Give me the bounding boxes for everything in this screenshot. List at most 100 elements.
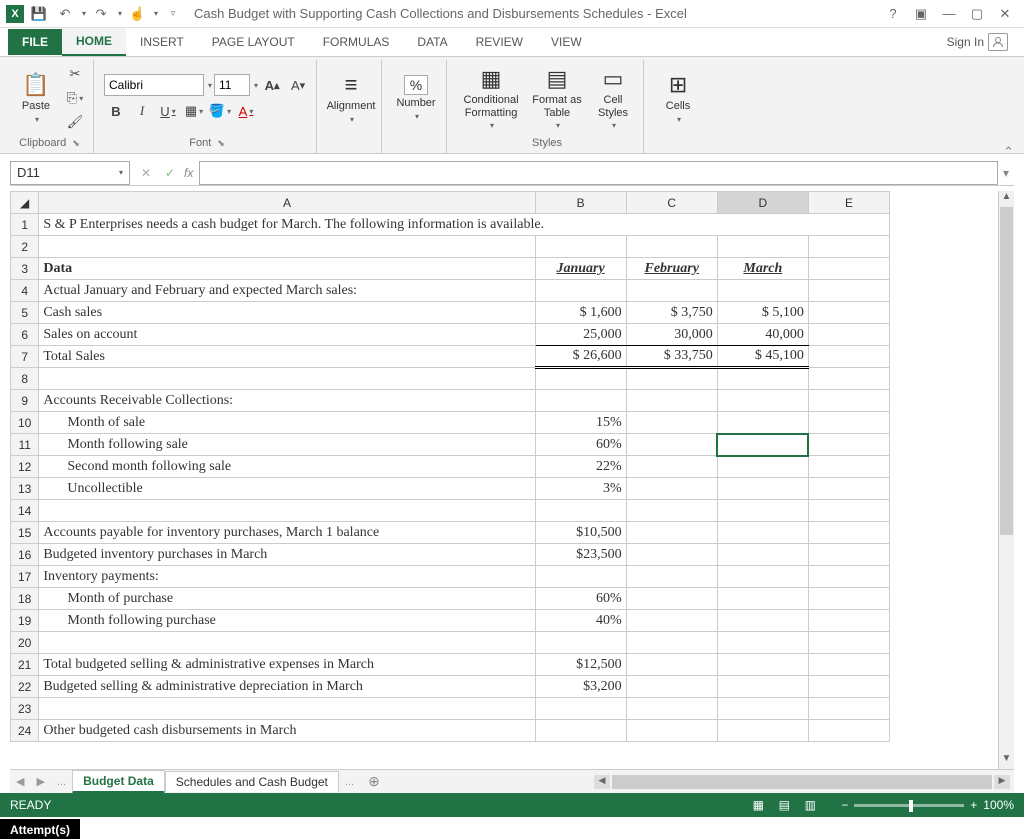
maximize-button[interactable]: ▢ xyxy=(964,3,990,25)
row-header[interactable]: 24 xyxy=(11,720,39,742)
col-header-D[interactable]: D xyxy=(717,192,808,214)
bold-button[interactable]: B xyxy=(104,100,128,122)
tab-home[interactable]: HOME xyxy=(62,28,126,56)
row-header[interactable]: 7 xyxy=(11,346,39,368)
fx-icon[interactable]: fx xyxy=(184,166,193,180)
page-break-view-button[interactable]: ▥ xyxy=(799,796,821,814)
help-button[interactable]: ? xyxy=(880,3,906,25)
cell[interactable] xyxy=(39,236,535,258)
underline-button[interactable]: U▾ xyxy=(156,100,180,122)
save-button[interactable]: 💾 xyxy=(28,3,50,25)
close-button[interactable]: ✕ xyxy=(992,3,1018,25)
new-sheet-button[interactable]: ⊕ xyxy=(360,773,388,790)
undo-dropdown-icon[interactable]: ▾ xyxy=(82,9,86,18)
hscroll-right-button[interactable]: ▶ xyxy=(994,775,1010,789)
zoom-out-button[interactable]: − xyxy=(841,798,848,812)
font-name-input[interactable] xyxy=(104,74,204,96)
row-header[interactable]: 22 xyxy=(11,676,39,698)
row-header[interactable]: 9 xyxy=(11,390,39,412)
cells-button[interactable]: ⊞ Cells ▾ xyxy=(654,63,702,133)
tab-review[interactable]: REVIEW xyxy=(462,29,537,55)
name-box[interactable]: D11 ▾ xyxy=(10,161,130,185)
clipboard-dialog-launcher[interactable]: ⬊ xyxy=(72,138,80,149)
minimize-button[interactable]: — xyxy=(936,3,962,25)
select-all-button[interactable]: ◢ xyxy=(11,192,39,214)
row-header[interactable]: 17 xyxy=(11,566,39,588)
sheet-tab-budget-data[interactable]: Budget Data xyxy=(72,770,165,794)
row-header[interactable]: 8 xyxy=(11,368,39,390)
page-layout-view-button[interactable]: ▤ xyxy=(773,796,795,814)
borders-button[interactable]: ▦▾ xyxy=(182,100,206,122)
tab-data[interactable]: DATA xyxy=(403,29,461,55)
sheet-grid[interactable]: ◢ A B C D E 1S & P Enterprises needs a c… xyxy=(10,191,890,742)
row-header[interactable]: 19 xyxy=(11,610,39,632)
formula-input[interactable] xyxy=(199,161,998,185)
row-header[interactable]: 13 xyxy=(11,478,39,500)
zoom-in-button[interactable]: + xyxy=(970,798,977,812)
alignment-button[interactable]: ≡ Alignment ▾ xyxy=(327,63,375,133)
paste-button[interactable]: 📋 Paste ▾ xyxy=(12,63,60,133)
copy-button[interactable]: ⎘▾ xyxy=(63,87,87,109)
format-as-table-button[interactable]: ▤ Format as Table▾ xyxy=(528,63,586,133)
row-header[interactable]: 16 xyxy=(11,544,39,566)
active-cell-D11[interactable] xyxy=(717,434,808,456)
col-header-E[interactable]: E xyxy=(808,192,889,214)
qat-more-icon[interactable]: ▿ xyxy=(162,3,184,25)
qat-customize-icon[interactable]: ▾ xyxy=(154,9,158,18)
collapse-ribbon-button[interactable]: ⌃ xyxy=(1003,144,1014,160)
number-button[interactable]: % Number ▾ xyxy=(392,63,440,133)
row-header[interactable]: 2 xyxy=(11,236,39,258)
row-header[interactable]: 12 xyxy=(11,456,39,478)
vertical-scrollbar[interactable]: ▲ ▼ xyxy=(998,191,1014,769)
font-color-button[interactable]: A▾ xyxy=(234,100,258,122)
conditional-formatting-button[interactable]: ▦ Conditional Formatting▾ xyxy=(457,63,525,133)
redo-dropdown-icon[interactable]: ▾ xyxy=(118,9,122,18)
row-header[interactable]: 11 xyxy=(11,434,39,456)
namebox-dropdown-icon[interactable]: ▾ xyxy=(119,168,123,177)
row-header[interactable]: 18 xyxy=(11,588,39,610)
zoom-slider[interactable] xyxy=(854,804,964,807)
cancel-formula-button[interactable]: ✕ xyxy=(136,163,156,183)
row-header[interactable]: 10 xyxy=(11,412,39,434)
normal-view-button[interactable]: ▦ xyxy=(747,796,769,814)
format-painter-button[interactable]: 🖌 xyxy=(63,111,87,133)
tab-view[interactable]: VIEW xyxy=(537,29,596,55)
font-size-input[interactable] xyxy=(214,74,250,96)
col-header-B[interactable]: B xyxy=(535,192,626,214)
row-header[interactable]: 20 xyxy=(11,632,39,654)
increase-font-button[interactable]: A▴ xyxy=(260,74,284,96)
sheet-nav-next[interactable]: ▶ xyxy=(30,775,50,788)
fill-color-button[interactable]: 🪣▾ xyxy=(208,100,232,122)
row-header[interactable]: 5 xyxy=(11,302,39,324)
hscroll-thumb[interactable] xyxy=(612,775,992,789)
tab-file[interactable]: FILE xyxy=(8,29,62,55)
horizontal-scrollbar[interactable]: ◀ ▶ xyxy=(388,775,1014,789)
zoom-level[interactable]: 100% xyxy=(983,798,1014,812)
expand-formula-bar-button[interactable]: ▾ xyxy=(998,166,1014,180)
scrollbar-thumb[interactable] xyxy=(1000,207,1013,535)
undo-button[interactable]: ↶ xyxy=(54,3,76,25)
tab-formulas[interactable]: FORMULAS xyxy=(309,29,404,55)
sheet-nav-prev[interactable]: ◀ xyxy=(10,775,30,788)
ribbon-display-button[interactable]: ▣ xyxy=(908,3,934,25)
decrease-font-button[interactable]: A▾ xyxy=(286,74,310,96)
scroll-up-button[interactable]: ▲ xyxy=(999,191,1014,207)
row-header[interactable]: 23 xyxy=(11,698,39,720)
row-header[interactable]: 6 xyxy=(11,324,39,346)
sheet-nav-more[interactable]: ... xyxy=(51,776,72,788)
sheet-tab-schedules[interactable]: Schedules and Cash Budget xyxy=(165,771,339,792)
col-header-A[interactable]: A xyxy=(39,192,535,214)
row-header[interactable]: 4 xyxy=(11,280,39,302)
font-dialog-launcher[interactable]: ⬊ xyxy=(217,138,225,149)
touch-mode-button[interactable]: ☝ xyxy=(126,3,148,25)
col-header-C[interactable]: C xyxy=(626,192,717,214)
row-header[interactable]: 21 xyxy=(11,654,39,676)
tab-page-layout[interactable]: PAGE LAYOUT xyxy=(198,29,309,55)
italic-button[interactable]: I xyxy=(130,100,154,122)
sheet-tabs-overflow[interactable]: ... xyxy=(339,776,360,788)
tab-insert[interactable]: INSERT xyxy=(126,29,198,55)
row-header[interactable]: 14 xyxy=(11,500,39,522)
cell[interactable]: Data xyxy=(39,258,535,280)
cell-styles-button[interactable]: ▭ Cell Styles▾ xyxy=(589,63,637,133)
scroll-down-button[interactable]: ▼ xyxy=(999,753,1014,769)
